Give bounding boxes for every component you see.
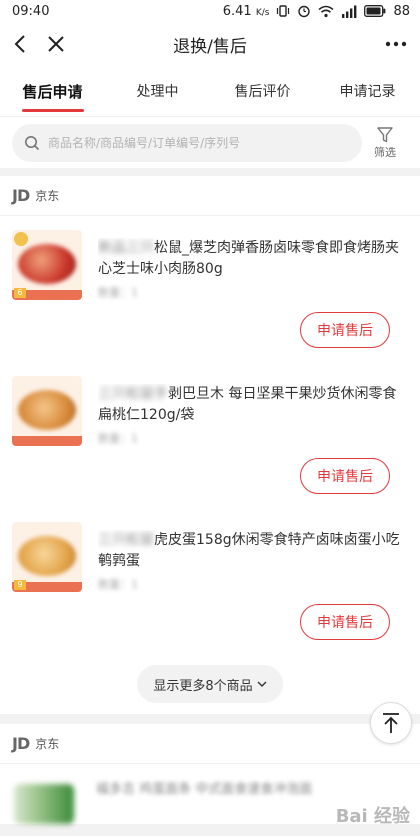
product-quantity: 数量：1 (98, 578, 138, 591)
sticker-icon (14, 232, 28, 246)
product-title[interactable]: 新品三只松鼠_爆芝肉弹香肠卤味零食即食烤肠夹心芝士味小肉肠80g (98, 238, 408, 280)
status-icons: 6.41 K/s 88 (223, 4, 410, 19)
tab-after-sales-review[interactable]: 售后评价 (210, 66, 315, 116)
back-button[interactable] (2, 22, 38, 66)
chevron-down-icon (257, 681, 267, 687)
store-name: 京东 (35, 737, 60, 751)
battery-level: 88 (393, 3, 410, 19)
tab-bar: 售后申请 处理中 售后评价 申请记录 (0, 66, 420, 116)
product-thumbnail[interactable]: 6 (12, 230, 82, 300)
arrow-up-icon (383, 713, 399, 733)
apply-after-sales-button[interactable]: 申请售后 (300, 458, 390, 494)
search-icon (25, 135, 40, 150)
signal-icon (342, 5, 357, 18)
more-button[interactable] (378, 22, 414, 66)
search-box[interactable] (12, 123, 362, 162)
tab-apply-records[interactable]: 申请记录 (315, 66, 420, 116)
navigation-bar: 退换/售后 (0, 22, 420, 66)
product-badge: 9 (14, 580, 26, 590)
apply-after-sales-button[interactable]: 申请售后 (300, 312, 390, 348)
product-quantity: 数量：1 (98, 286, 138, 299)
show-more-label: 显示更多8个商品 (153, 678, 253, 694)
show-more-button[interactable]: 显示更多8个商品 (137, 665, 283, 703)
status-bar: 09:40 6.41 K/s 88 (0, 0, 420, 22)
product-thumbnail[interactable] (12, 376, 82, 446)
product-title[interactable]: 三只松鼠虎皮蛋158g休闲零食特产卤味卤蛋小吃鹌鹑蛋 (98, 530, 408, 572)
product-thumbnail[interactable] (14, 784, 74, 824)
product-title[interactable]: 福多吉 鸡蛋面条 中式面食速食冲泡面 (96, 778, 408, 797)
store-header: JD 京东 (0, 724, 420, 764)
network-speed: 6.41 (222, 3, 252, 19)
search-row: 筛选 (0, 116, 420, 168)
battery-icon (364, 5, 386, 17)
close-icon (48, 36, 64, 52)
back-icon (14, 35, 25, 53)
product-badge: 6 (14, 288, 26, 298)
store-section: JD 京东 6 新品三只松鼠_爆芝肉弹香肠卤味零食即食烤肠夹心芝士味小肉肠80g… (0, 176, 420, 714)
jd-logo: JD (12, 186, 30, 205)
filter-button[interactable]: 筛选 (362, 126, 408, 160)
product-quantity: 数量：1 (98, 432, 138, 445)
jd-logo: JD (12, 734, 30, 753)
watermark: Bai 经验 (335, 806, 410, 827)
apply-after-sales-button[interactable]: 申请售后 (300, 604, 390, 640)
list-item: 三只松鼠手剥巴旦木 每日坚果干果炒货休闲零食扁桃仁120g/袋 数量：1 申请售… (0, 362, 420, 508)
list-item: 6 新品三只松鼠_爆芝肉弹香肠卤味零食即食烤肠夹心芝士味小肉肠80g 数量：1 … (0, 216, 420, 362)
tab-processing[interactable]: 处理中 (105, 66, 210, 116)
store-header: JD 京东 (0, 176, 420, 216)
back-to-top-button[interactable] (370, 702, 412, 744)
store-name: 京东 (35, 189, 60, 203)
filter-icon (377, 126, 393, 142)
tab-after-sales-apply[interactable]: 售后申请 (0, 66, 105, 116)
wifi-icon (318, 5, 334, 17)
close-button[interactable] (38, 22, 74, 66)
vibrate-icon (277, 5, 290, 17)
list-item: 9 三只松鼠虎皮蛋158g休闲零食特产卤味卤蛋小吃鹌鹑蛋 数量：1 申请售后 (0, 508, 420, 654)
more-icon (385, 41, 407, 47)
product-thumbnail[interactable]: 9 (12, 522, 82, 592)
alarm-icon (298, 5, 311, 18)
network-speed-unit: K/s (255, 7, 270, 18)
after-sales-page: 09:40 6.41 K/s 88 退换/售后 售后申请 处理中 售后评价 申请… (0, 0, 420, 836)
product-title[interactable]: 三只松鼠手剥巴旦木 每日坚果干果炒货休闲零食扁桃仁120g/袋 (98, 384, 408, 426)
filter-label: 筛选 (374, 145, 396, 159)
search-input[interactable] (48, 135, 350, 150)
status-time: 09:40 (12, 3, 50, 19)
